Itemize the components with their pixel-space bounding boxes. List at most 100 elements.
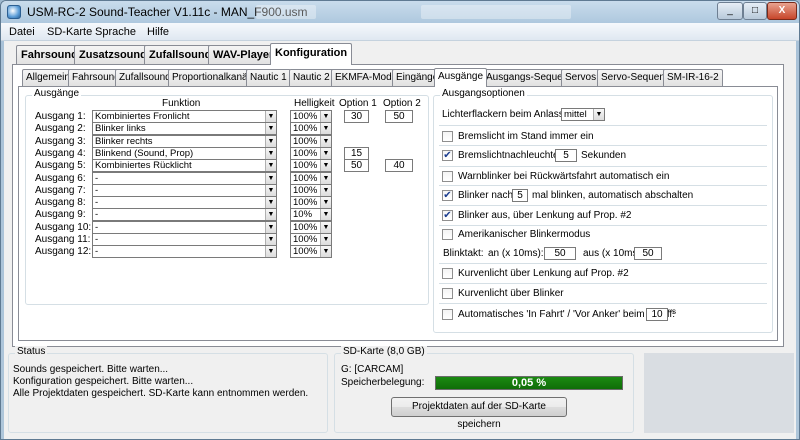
output-function-value: -	[95, 209, 99, 220]
subtab-zufallsound[interactable]: Zufallsound	[115, 69, 175, 87]
output-function-select[interactable]: - ▼	[92, 245, 277, 258]
curve-steering-label: Kurvenlicht über Lenkung auf Prop. #2	[458, 268, 629, 279]
output-option2-input[interactable]: 50	[385, 110, 413, 123]
sub-tab-panel: Ausgänge Funktion Helligkeit Option 1 Op…	[18, 86, 778, 341]
output-label: Ausgang 7:	[35, 185, 86, 196]
chevron-down-icon: ▼	[265, 185, 276, 196]
chevron-down-icon: ▼	[320, 136, 331, 147]
brake-afterglow-input[interactable]: 5	[555, 149, 577, 162]
sdcard-group: SD-Karte (8,0 GB) G: [CARCAM] Speicherbe…	[334, 346, 634, 433]
curve-blinker-checkbox[interactable]	[442, 288, 453, 299]
output-label: Ausgang 3:	[35, 136, 86, 147]
outputs-group-title: Ausgänge	[32, 88, 82, 99]
hazard-reverse-checkbox[interactable]	[442, 171, 453, 182]
american-mode-checkbox[interactable]	[442, 229, 453, 240]
output-brightness-select[interactable]: 10% ▼	[290, 208, 332, 221]
output-brightness-select[interactable]: 100% ▼	[290, 159, 332, 172]
output-function-value: Kombiniertes Rücklicht	[95, 160, 192, 171]
subtab-sm-ir-16-2[interactable]: SM-IR-16-2	[663, 69, 723, 87]
output-brightness-value: 100%	[293, 123, 318, 134]
client-area: Fahrsound Zusatzsounds Zufallsounds WAV-…	[4, 41, 796, 439]
app-icon	[7, 5, 21, 19]
chevron-down-icon: ▼	[265, 123, 276, 134]
output-label: Ausgang 5:	[35, 160, 86, 171]
brake-afterglow-label: Bremslichtnachleuchten:	[458, 150, 567, 161]
output-function-value: Kombiniertes Fronlicht	[95, 111, 190, 122]
menu-hilfe[interactable]: Hilfe	[147, 26, 169, 38]
chevron-down-icon: ▼	[320, 246, 331, 257]
chevron-down-icon: ▼	[593, 109, 604, 120]
output-option1-input[interactable]: 50	[344, 159, 369, 172]
menu-datei[interactable]: Datei	[9, 26, 35, 38]
blinker-off-steering-label: Blinker aus, über Lenkung auf Prop. #2	[458, 210, 632, 221]
chevron-down-icon: ▼	[265, 148, 276, 159]
maximize-button[interactable]: □	[743, 2, 767, 20]
menu-sd-karte[interactable]: SD-Karte	[47, 26, 92, 38]
subtab-servos[interactable]: Servos	[561, 69, 601, 87]
tab-konfiguration[interactable]: Konfiguration	[270, 43, 353, 65]
flicker-select[interactable]: mittel ▼	[561, 108, 605, 121]
sdcard-usage-bar: 0,05 %	[435, 376, 623, 390]
blinker-after-label-post: mal blinken, automatisch abschalten	[532, 190, 694, 201]
minimize-button[interactable]: _	[717, 2, 743, 20]
chevron-down-icon: ▼	[265, 197, 276, 208]
subtab-nautic2[interactable]: Nautic 2	[289, 69, 334, 87]
status-line: Konfiguration gespeichert. Bitte warten.…	[13, 376, 194, 387]
blinker-after-input[interactable]: 5	[512, 189, 528, 202]
chevron-down-icon: ▼	[320, 197, 331, 208]
header-option2: Option 2	[383, 98, 421, 109]
header-option1: Option 1	[339, 98, 377, 109]
subtab-nautic1[interactable]: Nautic 1	[246, 69, 291, 87]
output-option1-input[interactable]: 30	[344, 110, 369, 123]
chevron-down-icon: ▼	[320, 222, 331, 233]
output-brightness-value: 100%	[293, 136, 318, 147]
chevron-down-icon: ▼	[320, 209, 331, 220]
output-function-select[interactable]: Blinker links ▼	[92, 122, 277, 135]
tab-fahrsound[interactable]: Fahrsound	[16, 45, 83, 65]
output-function-select[interactable]: - ▼	[92, 208, 277, 221]
output-label: Ausgang 12:	[35, 246, 92, 257]
ship-auto-checkbox[interactable]	[442, 309, 453, 320]
brake-standing-checkbox[interactable]	[442, 131, 453, 142]
output-option2-input[interactable]: 40	[385, 159, 413, 172]
output-brightness-select[interactable]: 100% ▼	[290, 122, 332, 135]
sdcard-usage-label: Speicherbelegung:	[341, 377, 425, 388]
output-function-value: -	[95, 222, 99, 233]
output-label: Ausgang 11:	[35, 234, 91, 245]
output-function-value: -	[95, 234, 99, 245]
output-function-value: -	[95, 197, 99, 208]
blinker-after-checkbox[interactable]: ✔	[442, 190, 453, 201]
blink-on-input[interactable]: 50	[544, 247, 576, 260]
output-label: Ausgang 6:	[35, 173, 86, 184]
chevron-down-icon: ▼	[320, 234, 331, 245]
background-taskbar-ghost	[421, 5, 571, 19]
subtab-allgemein[interactable]: Allgemein	[22, 69, 74, 87]
american-mode-label: Amerikanischer Blinkermodus	[458, 229, 591, 240]
curve-steering-checkbox[interactable]	[442, 268, 453, 279]
chevron-down-icon: ▼	[265, 222, 276, 233]
separator	[439, 125, 767, 126]
chevron-down-icon: ▼	[320, 160, 331, 171]
brake-afterglow-unit: Sekunden	[581, 150, 627, 161]
flicker-value: mittel	[564, 109, 587, 120]
chevron-down-icon: ▼	[265, 111, 276, 122]
tab-wav-player[interactable]: WAV-Player	[208, 45, 279, 65]
subtab-ausgaenge[interactable]: Ausgänge	[434, 68, 488, 87]
save-to-sd-button[interactable]: Projektdaten auf der SD-Karte speichern	[391, 397, 567, 430]
output-label: Ausgang 10:	[35, 222, 92, 233]
output-brightness-value: 100%	[293, 185, 318, 196]
output-function-value: -	[95, 173, 99, 184]
empty-area	[644, 353, 794, 433]
output-brightness-select[interactable]: 100% ▼	[290, 245, 332, 258]
close-button[interactable]: X	[767, 2, 797, 20]
output-label: Ausgang 8:	[35, 197, 86, 208]
blinker-off-steering-checkbox[interactable]: ✔	[442, 210, 453, 221]
blink-off-input[interactable]: 50	[634, 247, 662, 260]
status-line: Alle Projektdaten gespeichert. SD-Karte …	[13, 388, 309, 399]
brake-afterglow-checkbox[interactable]: ✔	[442, 150, 453, 161]
output-function-select[interactable]: Kombiniertes Rücklicht ▼	[92, 159, 277, 172]
menu-sprache[interactable]: Sprache	[95, 26, 136, 38]
ship-auto-input[interactable]: 10	[646, 308, 668, 321]
output-brightness-value: 100%	[293, 222, 318, 233]
chevron-down-icon: ▼	[265, 136, 276, 147]
